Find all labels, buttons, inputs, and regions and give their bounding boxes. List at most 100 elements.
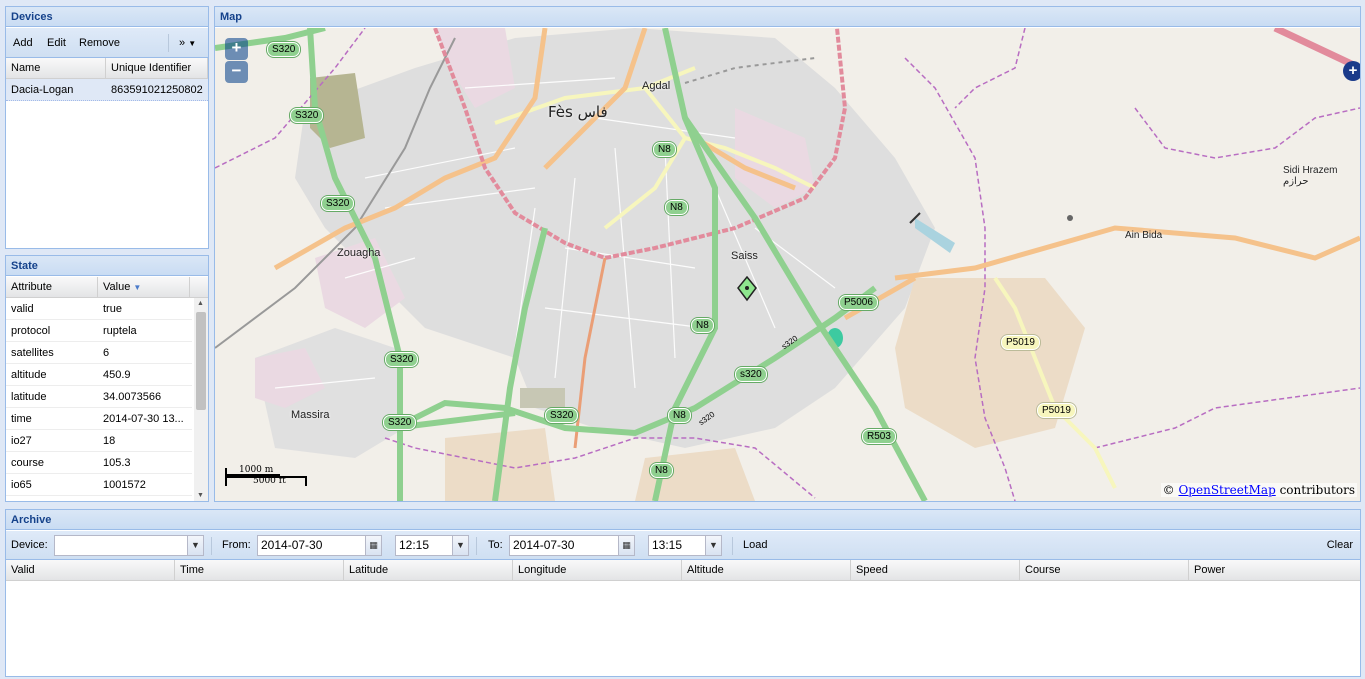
value: ruptela — [103, 325, 137, 337]
state-rows: valid true protocol ruptela satellites 6 al… — [6, 298, 192, 501]
chevron-down-icon[interactable]: ▼ — [705, 535, 722, 556]
attribution-suffix: contributors — [1279, 483, 1355, 497]
state-row[interactable]: altitude 450.9 — [6, 364, 192, 386]
value: 34.0073566 — [103, 391, 162, 403]
state-row[interactable]: time 2014-07-30 13... — [6, 408, 192, 430]
state-panel-title: State — [6, 256, 208, 276]
state-scrollbar[interactable]: ▲ ▼ — [194, 298, 208, 501]
to-date-field[interactable]: 2014-07-30 ▦ — [509, 535, 635, 556]
devices-panel-title: Devices — [6, 7, 208, 27]
road-shield: N8 — [691, 318, 714, 333]
chevron-down-icon[interactable]: ▼ — [187, 535, 204, 556]
road-shield: S320 — [267, 42, 301, 57]
map-canvas[interactable]: Fès فاس Agdal Zouagha Saiss Massira Ain … — [215, 28, 1360, 501]
column-header-time[interactable]: Time — [175, 560, 344, 581]
road-shield: P5006 — [839, 295, 878, 310]
device-marker-icon[interactable] — [736, 276, 758, 302]
devices-panel: Devices Add Edit Remove » ▼ Name Unique … — [5, 6, 209, 249]
column-header-name[interactable]: Name — [6, 58, 106, 79]
road-shield: S320 — [321, 196, 355, 211]
state-panel: State Attribute Value ▼ valid true protoc… — [5, 255, 209, 502]
to-date-value: 2014-07-30 — [513, 538, 575, 552]
state-row[interactable]: io27 18 — [6, 430, 192, 452]
fort-marker — [1067, 215, 1073, 221]
route-plus-icon[interactable]: + — [1343, 61, 1360, 81]
scroll-up-icon[interactable]: ▲ — [197, 300, 204, 307]
place-label-zouagha: Zouagha — [337, 247, 381, 259]
value: 1001572 — [103, 479, 146, 491]
place-label-sidi-hrazem: Sidi Hrazem حرازم — [1283, 165, 1338, 187]
archive-grid-header: Valid Time Latitude Longitude Altitude S… — [6, 560, 1360, 581]
value-header-label: Value — [103, 281, 131, 293]
state-row[interactable]: protocol ruptela — [6, 320, 192, 342]
from-time-field[interactable]: 12:15 ▼ — [395, 535, 469, 556]
state-row[interactable]: latitude 34.0073566 — [6, 386, 192, 408]
toolbar-separator — [732, 537, 733, 555]
column-header-uid[interactable]: Unique Identifier — [106, 58, 208, 79]
column-header-attribute[interactable]: Attribute — [6, 277, 98, 298]
zoom-out-button[interactable]: − — [225, 61, 248, 83]
attr: io65 — [11, 479, 32, 491]
road-shield: R503 — [862, 429, 896, 444]
road-shield: P5019 — [1001, 335, 1040, 350]
state-grid-header: Attribute Value ▼ — [6, 277, 208, 298]
scroll-thumb[interactable] — [196, 312, 206, 410]
state-row[interactable]: course 105.3 — [6, 452, 192, 474]
more-icon: » — [179, 37, 186, 49]
to-label: To: — [488, 539, 503, 551]
chevron-down-icon: ▼ — [188, 39, 197, 48]
road-shield: S320 — [383, 415, 417, 430]
load-button[interactable]: Load — [740, 532, 770, 558]
scale-bar: 1000 m 5000 ft — [225, 463, 310, 493]
road-shield: s320 — [735, 367, 767, 382]
from-date-field[interactable]: 2014-07-30 ▦ — [257, 535, 382, 556]
devices-grid-header: Name Unique Identifier — [6, 58, 208, 79]
farmland — [895, 278, 1085, 448]
column-header-altitude[interactable]: Altitude — [682, 560, 851, 581]
device-combo[interactable]: ▼ — [54, 535, 204, 556]
to-time-field[interactable]: 13:15 ▼ — [648, 535, 722, 556]
column-header-value[interactable]: Value ▼ — [98, 277, 190, 298]
device-row[interactable]: Dacia-Logan 863591021250802 — [6, 79, 208, 101]
column-header-power[interactable]: Power — [1189, 560, 1360, 581]
column-header-valid[interactable]: Valid — [6, 560, 175, 581]
value: 2014-07-30 13... — [103, 413, 184, 425]
calendar-icon[interactable]: ▦ — [365, 535, 382, 556]
add-device-button[interactable]: Add — [10, 30, 36, 56]
openstreetmap-link[interactable]: OpenStreetMap — [1178, 483, 1275, 497]
zoom-in-button[interactable]: + — [225, 38, 248, 60]
column-header-speed[interactable]: Speed — [851, 560, 1020, 581]
attr: latitude — [11, 391, 47, 403]
from-label: From: — [222, 539, 251, 551]
state-row[interactable]: satellites 6 — [6, 342, 192, 364]
clear-button[interactable]: Clear — [1324, 532, 1356, 558]
to-time-value: 13:15 — [652, 538, 683, 552]
map-panel: Map Fès فاس Agdal Zouagha Saiss Massira … — [214, 6, 1361, 502]
value: true — [103, 303, 122, 315]
state-row[interactable]: valid true — [6, 298, 192, 320]
scroll-down-icon[interactable]: ▼ — [197, 492, 204, 499]
attr: valid — [11, 303, 34, 315]
column-header-course[interactable]: Course — [1020, 560, 1189, 581]
column-header-longitude[interactable]: Longitude — [513, 560, 682, 581]
toolbar-separator — [211, 537, 212, 555]
chevron-down-icon[interactable]: ▼ — [452, 535, 469, 556]
state-row[interactable]: io65 1001572 — [6, 474, 192, 496]
remove-device-button[interactable]: Remove — [76, 30, 123, 56]
calendar-icon[interactable]: ▦ — [618, 535, 635, 556]
road-shield: P5019 — [1037, 403, 1076, 418]
edit-device-button[interactable]: Edit — [44, 30, 69, 56]
devices-toolbar: Add Edit Remove » ▼ — [6, 28, 208, 58]
road-shield: S320 — [545, 408, 579, 423]
attr: io27 — [11, 435, 32, 447]
road-shield: S320 — [290, 108, 324, 123]
map-panel-title: Map — [215, 7, 1360, 27]
attr: satellites — [11, 347, 54, 359]
column-header-latitude[interactable]: Latitude — [344, 560, 513, 581]
more-menu-button[interactable]: » ▼ — [176, 30, 199, 57]
archive-panel-title: Archive — [6, 510, 1360, 530]
road-shield: N8 — [650, 463, 673, 478]
from-date-value: 2014-07-30 — [261, 538, 323, 552]
map-tiles — [215, 28, 1360, 501]
attribution-prefix: © — [1162, 483, 1175, 497]
